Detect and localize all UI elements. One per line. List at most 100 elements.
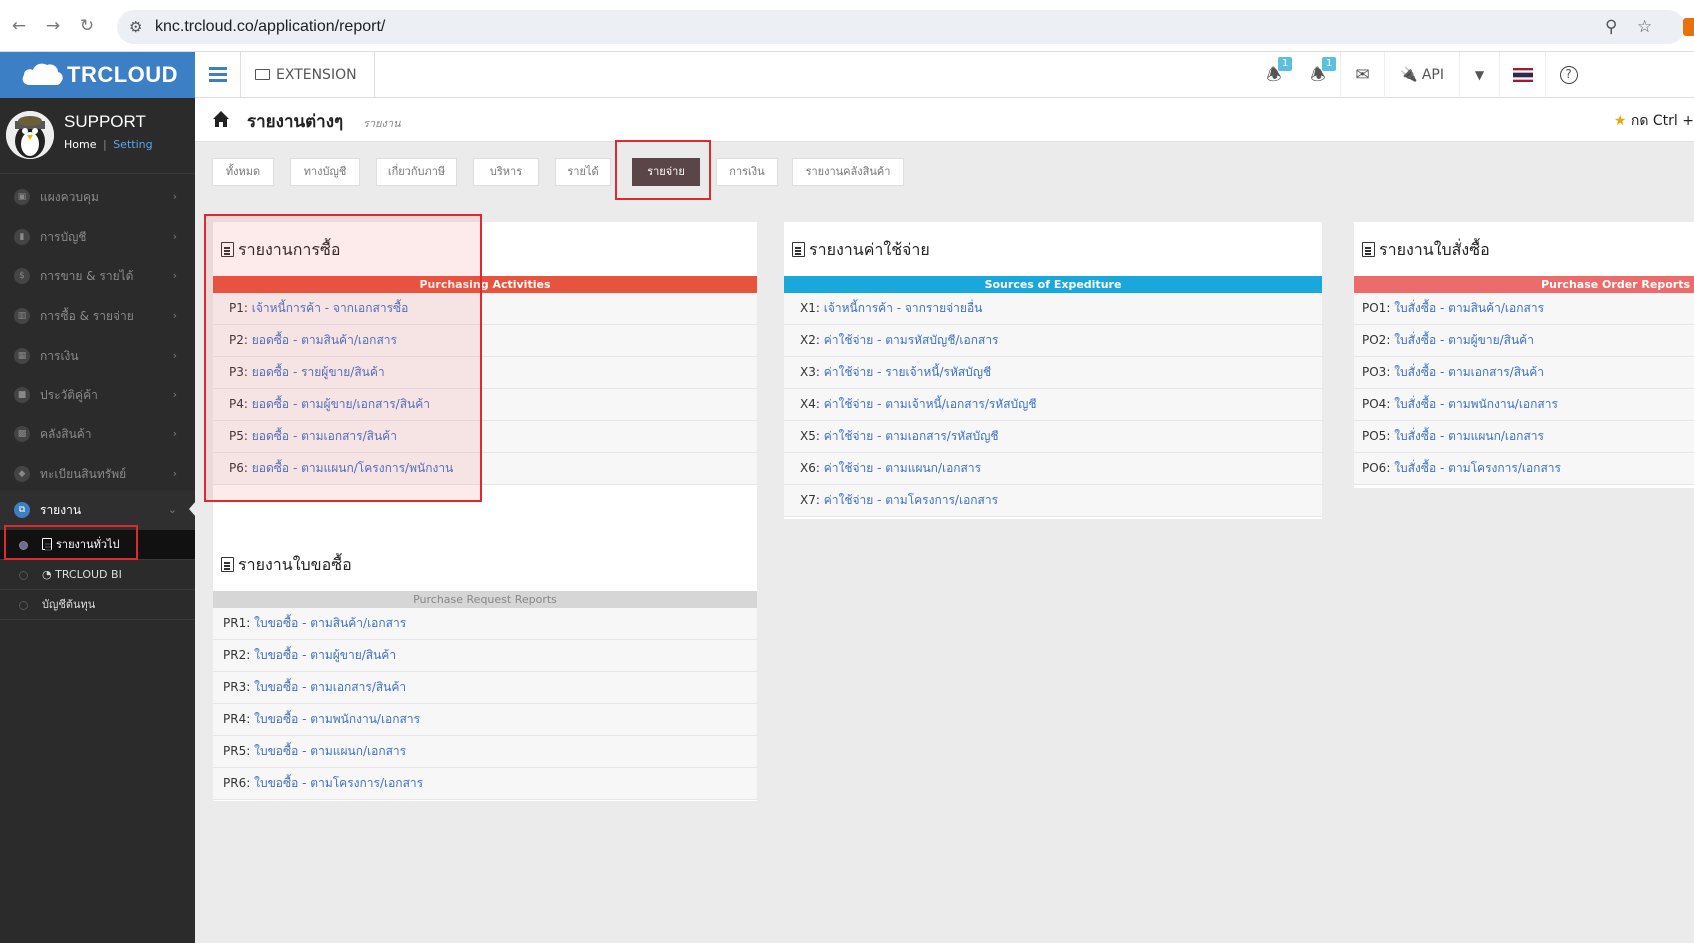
panel-category-bar: Purchase Order Reports: [1452, 276, 1694, 293]
report-row[interactable]: X1: เจ้าหนี้การค้า - จากรายจ่ายอื่น: [784, 293, 1322, 325]
filter-tax[interactable]: เกี่ยวกับภาษี: [376, 158, 457, 186]
back-arrow-icon[interactable]: ←: [8, 15, 30, 37]
sidebar-item-label: รายงาน: [40, 503, 82, 517]
sidebar-item-reports[interactable]: ⧉ รายงาน ⌄: [0, 490, 195, 530]
home-link[interactable]: Home: [64, 138, 96, 151]
report-link[interactable]: ค่าใช้จ่าย - ตามเอกสาร/รหัสบัญชี: [824, 429, 999, 443]
sidebar-item-contacts[interactable]: ■ ประวัติคู่ค้า ›: [0, 375, 195, 415]
boxes-icon: ▩: [14, 426, 30, 442]
filter-accounting[interactable]: ทางบัญชี: [290, 158, 360, 186]
report-list: PR1: ใบขอซื้อ - ตามสินค้า/เอกสาร PR2: ใบ…: [213, 608, 757, 800]
report-link[interactable]: ใบขอซื้อ - ตามโครงการ/เอกสาร: [254, 776, 423, 790]
report-link[interactable]: ใบขอซื้อ - ตามผู้ขาย/สินค้า: [254, 648, 396, 662]
api-button[interactable]: 🔌 API: [1384, 52, 1459, 98]
report-link[interactable]: ใบสั่งซื้อ - ตามแผนก/เอกสาร: [1394, 429, 1544, 443]
forward-arrow-icon[interactable]: →: [42, 15, 64, 37]
pie-chart-icon: ◔: [42, 568, 52, 581]
report-link[interactable]: ใบขอซื้อ - ตามพนักงาน/เอกสาร: [254, 712, 420, 726]
report-link[interactable]: ใบขอซื้อ - ตามแผนก/เอกสาร: [254, 744, 406, 758]
report-link[interactable]: ใบสั่งซื้อ - ตามพนักงาน/เอกสาร: [1394, 397, 1558, 411]
report-row[interactable]: PO1: ใบสั่งซื้อ - ตามสินค้า/เอกสาร: [1354, 293, 1694, 325]
avatar[interactable]: [6, 111, 54, 159]
caret-down-icon: ▼: [1474, 68, 1485, 82]
panel-category-bar: Sources of Expediture: [784, 276, 1322, 293]
notification-button-2[interactable]: 🕭 1: [1296, 52, 1340, 98]
report-row[interactable]: PO4: ใบสั่งซื้อ - ตามพนักงาน/เอกสาร: [1354, 389, 1694, 421]
report-row[interactable]: PO6: ใบสั่งซื้อ - ตามโครงการ/เอกสาร: [1354, 453, 1694, 485]
filter-finance[interactable]: การเงิน: [716, 158, 778, 186]
report-link[interactable]: ค่าใช้จ่าย - ตามรหัสบัญชี/เอกสาร: [824, 333, 999, 347]
browser-toolbar: ← → ↻ ⚙ knc.trcloud.co/application/repor…: [0, 0, 1694, 52]
filter-inventory-reports[interactable]: รายงานคลังสินค้า: [792, 158, 904, 186]
brand-logo[interactable]: TRCLOUD: [0, 52, 195, 98]
sidebar-item-finance[interactable]: ▦ การเงิน ›: [0, 336, 195, 376]
report-row[interactable]: PR2: ใบขอซื้อ - ตามผู้ขาย/สินค้า: [213, 640, 757, 672]
sidebar-subitem-cost-accounting[interactable]: บัญชีต้นทุน: [0, 590, 195, 620]
dollar-icon: $: [14, 268, 30, 284]
plug-icon: 🔌: [1399, 67, 1418, 83]
sidebar-item-purchasing[interactable]: ▥ การซื้อ & รายจ่าย ›: [0, 296, 195, 336]
contact-icon: ■: [14, 387, 30, 403]
report-row[interactable]: X2: ค่าใช้จ่าย - ตามรหัสบัญชี/เอกสาร: [784, 325, 1322, 357]
report-row[interactable]: X7: ค่าใช้จ่าย - ตามโครงการ/เอกสาร: [784, 485, 1322, 517]
setting-link[interactable]: Setting: [113, 138, 152, 151]
filter-all[interactable]: ทั้งหมด: [212, 158, 274, 186]
filter-management[interactable]: บริหาร: [473, 158, 539, 186]
notification-badge: 1: [1278, 57, 1293, 71]
reload-icon[interactable]: ↻: [76, 15, 98, 37]
diamond-icon: ◆: [14, 466, 30, 482]
sidebar-subitem-trcloud-bi[interactable]: ◔ TRCLOUD BI: [0, 560, 195, 590]
filter-income[interactable]: รายได้: [555, 158, 611, 186]
bullet-icon: [19, 601, 28, 610]
report-row[interactable]: PO3: ใบสั่งซื้อ - ตามเอกสาร/สินค้า: [1354, 357, 1694, 389]
report-row[interactable]: X5: ค่าใช้จ่าย - ตามเอกสาร/รหัสบัญชี: [784, 421, 1322, 453]
report-link[interactable]: ใบขอซื้อ - ตามสินค้า/เอกสาร: [254, 616, 406, 630]
sidebar-item-dashboard[interactable]: ▣ แผงควบคุม ›: [0, 177, 195, 217]
zoom-icon[interactable]: ⚲: [1605, 17, 1617, 37]
report-link[interactable]: ใบขอซื้อ - ตามเอกสาร/สินค้า: [254, 680, 406, 694]
menu-toggle-button[interactable]: [195, 52, 241, 98]
report-link[interactable]: ใบสั่งซื้อ - ตามเอกสาร/สินค้า: [1394, 365, 1544, 379]
report-link[interactable]: ค่าใช้จ่าย - ตามแผนก/เอกสาร: [824, 461, 981, 475]
report-link[interactable]: ใบสั่งซื้อ - ตามโครงการ/เอกสาร: [1394, 461, 1561, 475]
report-row[interactable]: PR3: ใบขอซื้อ - ตามเอกสาร/สินค้า: [213, 672, 757, 704]
sidebar-item-label: ทะเบียนสินทรัพย์: [40, 467, 127, 481]
sidebar-item-inventory[interactable]: ▩ คลังสินค้า ›: [0, 414, 195, 454]
report-link[interactable]: เจ้าหนี้การค้า - จากรายจ่ายอื่น: [824, 301, 983, 315]
sidebar-item-sales[interactable]: $ การขาย & รายได้ ›: [0, 256, 195, 296]
address-bar[interactable]: ⚙ knc.trcloud.co/application/report/ ⚲ ☆: [117, 10, 1685, 44]
report-row[interactable]: X6: ค่าใช้จ่าย - ตามแผนก/เอกสาร: [784, 453, 1322, 485]
language-button[interactable]: [1499, 52, 1545, 98]
report-row[interactable]: PR4: ใบขอซื้อ - ตามพนักงาน/เอกสาร: [213, 704, 757, 736]
report-row[interactable]: PR6: ใบขอซื้อ - ตามโครงการ/เอกสาร: [213, 768, 757, 800]
bookmark-star-icon[interactable]: ☆: [1637, 17, 1652, 37]
report-row[interactable]: X4: ค่าใช้จ่าย - ตามเจ้าหนี้/เอกสาร/รหัส…: [784, 389, 1322, 421]
report-row[interactable]: PR1: ใบขอซื้อ - ตามสินค้า/เอกสาร: [213, 608, 757, 640]
notification-button[interactable]: 🕭 1: [1252, 52, 1296, 98]
home-icon[interactable]: [212, 110, 230, 128]
report-link[interactable]: ใบสั่งซื้อ - ตามสินค้า/เอกสาร: [1394, 301, 1544, 315]
mail-button[interactable]: ✉: [1340, 52, 1384, 98]
report-link[interactable]: ค่าใช้จ่าย - ตามโครงการ/เอกสาร: [824, 493, 998, 507]
report-link[interactable]: ใบสั่งซื้อ - ตามผู้ขาย/สินค้า: [1394, 333, 1534, 347]
report-row[interactable]: PO2: ใบสั่งซื้อ - ตามผู้ขาย/สินค้า: [1354, 325, 1694, 357]
help-button[interactable]: ?: [1545, 52, 1591, 98]
extension-icon[interactable]: [1683, 18, 1694, 36]
report-link[interactable]: ค่าใช้จ่าย - ตามเจ้าหนี้/เอกสาร/รหัสบัญช…: [824, 397, 1037, 411]
report-link[interactable]: ค่าใช้จ่าย - รายเจ้าหนี้/รหัสบัญชี: [824, 365, 991, 379]
extension-menu[interactable]: EXTENSION: [241, 52, 375, 98]
site-info-icon[interactable]: ⚙: [129, 18, 142, 36]
chevron-right-icon: ›: [172, 467, 177, 480]
sidebar-subitem-label: บัญชีต้นทุน: [42, 598, 96, 611]
url-text[interactable]: knc.trcloud.co/application/report/: [155, 18, 385, 36]
extension-label: EXTENSION: [276, 67, 357, 83]
sidebar-item-assets[interactable]: ◆ ทะเบียนสินทรัพย์ ›: [0, 454, 195, 494]
brand-name: TRCLOUD: [67, 62, 179, 87]
report-row[interactable]: X3: ค่าใช้จ่าย - รายเจ้าหนี้/รหัสบัญชี: [784, 357, 1322, 389]
dropdown-button[interactable]: ▼: [1459, 52, 1499, 98]
sidebar-item-accounting[interactable]: ▮ การบัญชี ›: [0, 217, 195, 257]
highlight-box-filter: [615, 140, 711, 200]
report-row[interactable]: PO5: ใบสั่งซื้อ - ตามแผนก/เอกสาร: [1354, 421, 1694, 453]
panel-title: รายงานใบสั่งซื้อ: [1362, 238, 1490, 263]
report-row[interactable]: PR5: ใบขอซื้อ - ตามแผนก/เอกสาร: [213, 736, 757, 768]
